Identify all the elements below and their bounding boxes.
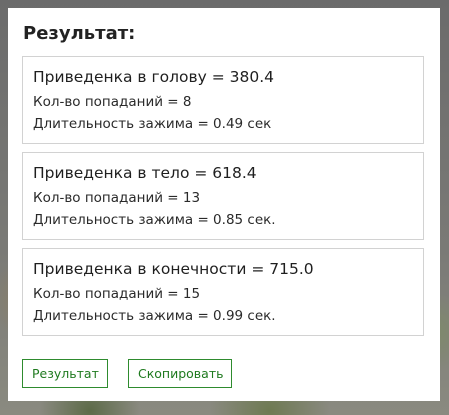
panel-title: Результат: <box>23 23 136 44</box>
hits-count: Кол-во попаданий = 15 <box>33 286 201 302</box>
result-panel: Результат: Приведенка в голову = 380.4 К… <box>8 8 440 401</box>
hits-count: Кол-во попаданий = 8 <box>33 94 192 110</box>
card-heading: Приведенка в голову = 380.4 <box>33 68 275 86</box>
result-card-head: Приведенка в голову = 380.4 Кол-во попад… <box>22 56 424 144</box>
hits-count: Кол-во попаданий = 13 <box>33 190 201 206</box>
copy-button[interactable]: Скопировать <box>128 359 232 388</box>
card-heading: Приведенка в конечности = 715.0 <box>33 260 314 278</box>
card-heading: Приведенка в тело = 618.4 <box>33 164 257 182</box>
result-card-body: Приведенка в тело = 618.4 Кол-во попадан… <box>22 152 424 240</box>
hold-duration: Длительность зажима = 0.99 сек. <box>33 308 276 324</box>
hold-duration: Длительность зажима = 0.85 сек. <box>33 212 276 228</box>
result-card-limbs: Приведенка в конечности = 715.0 Кол-во п… <box>22 248 424 336</box>
hold-duration: Длительность зажима = 0.49 сек <box>33 116 272 132</box>
result-button[interactable]: Результат <box>22 359 108 388</box>
